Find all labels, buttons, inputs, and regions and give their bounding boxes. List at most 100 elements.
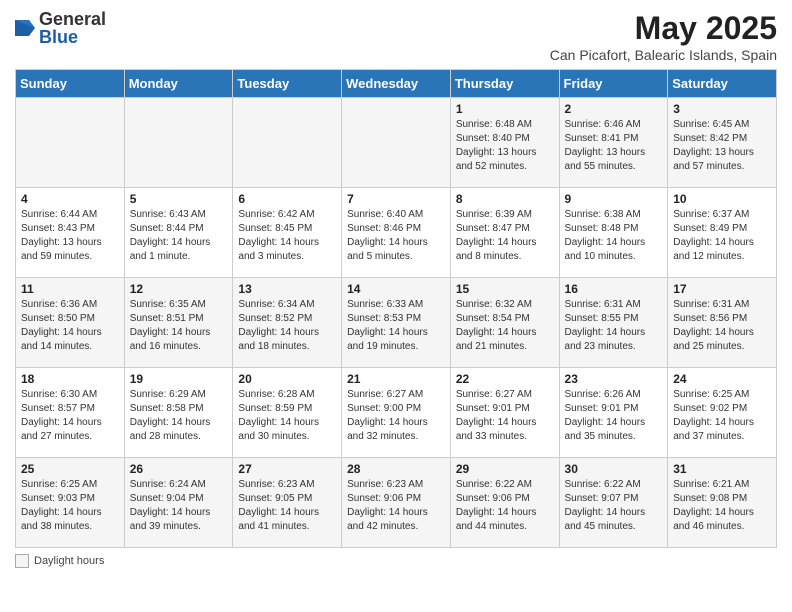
calendar-cell [342,98,451,188]
week-row-5: 25Sunrise: 6:25 AM Sunset: 9:03 PM Dayli… [16,458,777,548]
day-number: 15 [456,282,554,296]
header-day-tuesday: Tuesday [233,70,342,98]
calendar-cell: 20Sunrise: 6:28 AM Sunset: 8:59 PM Dayli… [233,368,342,458]
day-info: Sunrise: 6:42 AM Sunset: 8:45 PM Dayligh… [238,208,336,264]
day-number: 29 [456,462,554,476]
day-number: 26 [130,462,228,476]
week-row-1: 1Sunrise: 6:48 AM Sunset: 8:40 PM Daylig… [16,98,777,188]
day-number: 9 [565,192,663,206]
day-info: Sunrise: 6:31 AM Sunset: 8:55 PM Dayligh… [565,298,663,354]
calendar-cell: 21 Sunrise: 6:27 AM Sunset: 9:00 PM Dayli… [342,368,451,458]
calendar-cell: 4 Sunrise: 6:44 AM Sunset: 8:43 PM Daylig… [16,188,125,278]
day-number: 6 [238,192,336,206]
calendar-cell: 10Sunrise: 6:37 AM Sunset: 8:49 PM Dayli… [668,188,777,278]
calendar-cell: 13Sunrise: 6:34 AM Sunset: 8:52 PM Dayli… [233,278,342,368]
day-number: 22 [456,372,554,386]
calendar-body: 1Sunrise: 6:48 AM Sunset: 8:40 PM Daylig… [16,98,777,548]
calendar-cell: 3Sunrise: 6:45 AM Sunset: 8:42 PM Daylig… [668,98,777,188]
logo-text: General Blue [39,10,106,46]
header-day-monday: Monday [124,70,233,98]
calendar-cell: 19 Sunrise: 6:29 AM Sunset: 8:58 PM Dayli… [124,368,233,458]
calendar-table: SundayMondayTuesdayWednesdayThursdayFrid… [15,69,777,548]
day-number: 11 [21,282,119,296]
day-number: 19 [130,372,228,386]
legend-label: Daylight hours [34,555,104,567]
day-info: Sunrise: 6:39 AM Sunset: 8:47 PM Dayligh… [456,208,554,264]
day-number: 4 [21,192,119,206]
day-info: Sunrise: 6:21 AM Sunset: 9:08 PM Dayligh… [673,478,771,534]
day-number: 2 [565,102,663,116]
day-info: Sunrise: 6:38 AM Sunset: 8:48 PM Dayligh… [565,208,663,264]
header-day-saturday: Saturday [668,70,777,98]
day-number: 17 [673,282,771,296]
day-number: 30 [565,462,663,476]
day-number: 31 [673,462,771,476]
calendar-cell: 9 Sunrise: 6:38 AM Sunset: 8:48 PM Daylig… [559,188,668,278]
calendar-cell: 29 Sunrise: 6:22 AM Sunset: 9:06 PM Dayli… [450,458,559,548]
day-number: 28 [347,462,445,476]
day-info: Sunrise: 6:32 AM Sunset: 8:54 PM Dayligh… [456,298,554,354]
day-info: Sunrise: 6:27 AM Sunset: 9:00 PM Dayligh… [347,388,445,444]
day-info: Sunrise: 6:31 AM Sunset: 8:56 PM Dayligh… [673,298,771,354]
calendar-cell: 11 Sunrise: 6:36 AM Sunset: 8:50 PM Dayli… [16,278,125,368]
day-info: Sunrise: 6:33 AM Sunset: 8:53 PM Dayligh… [347,298,445,354]
day-info: Sunrise: 6:23 AM Sunset: 9:05 PM Dayligh… [238,478,336,534]
calendar-cell: 12 Sunrise: 6:35 AM Sunset: 8:51 PM Dayli… [124,278,233,368]
day-info: Sunrise: 6:27 AM Sunset: 9:01 PM Dayligh… [456,388,554,444]
logo-blue: Blue [39,28,106,46]
calendar-cell: 2 Sunrise: 6:46 AM Sunset: 8:41 PM Daylig… [559,98,668,188]
day-info: Sunrise: 6:37 AM Sunset: 8:49 PM Dayligh… [673,208,771,264]
day-number: 27 [238,462,336,476]
day-info: Sunrise: 6:45 AM Sunset: 8:42 PM Dayligh… [673,118,771,174]
day-info: Sunrise: 6:25 AM Sunset: 9:03 PM Dayligh… [21,478,119,534]
calendar-cell [16,98,125,188]
calendar-cell: 15 Sunrise: 6:32 AM Sunset: 8:54 PM Dayli… [450,278,559,368]
day-info: Sunrise: 6:35 AM Sunset: 8:51 PM Dayligh… [130,298,228,354]
day-info: Sunrise: 6:44 AM Sunset: 8:43 PM Dayligh… [21,208,119,264]
day-number: 24 [673,372,771,386]
calendar-cell: 16Sunrise: 6:31 AM Sunset: 8:55 PM Dayli… [559,278,668,368]
calendar-cell: 26 Sunrise: 6:24 AM Sunset: 9:04 PM Dayli… [124,458,233,548]
calendar-cell: 27 Sunrise: 6:23 AM Sunset: 9:05 PM Dayli… [233,458,342,548]
day-number: 18 [21,372,119,386]
title-block: May 2025 Can Picafort, Balearic Islands,… [550,10,777,63]
calendar-cell: 5Sunrise: 6:43 AM Sunset: 8:44 PM Daylig… [124,188,233,278]
day-info: Sunrise: 6:26 AM Sunset: 9:01 PM Dayligh… [565,388,663,444]
calendar-cell: 7Sunrise: 6:40 AM Sunset: 8:46 PM Daylig… [342,188,451,278]
day-info: Sunrise: 6:43 AM Sunset: 8:44 PM Dayligh… [130,208,228,264]
calendar-cell: 30 Sunrise: 6:22 AM Sunset: 9:07 PM Dayli… [559,458,668,548]
calendar-cell: 14 Sunrise: 6:33 AM Sunset: 8:53 PM Dayli… [342,278,451,368]
day-info: Sunrise: 6:23 AM Sunset: 9:06 PM Dayligh… [347,478,445,534]
legend-item-odd: Daylight hours [15,554,104,568]
day-info: Sunrise: 6:36 AM Sunset: 8:50 PM Dayligh… [21,298,119,354]
header-day-friday: Friday [559,70,668,98]
week-row-3: 11 Sunrise: 6:36 AM Sunset: 8:50 PM Dayli… [16,278,777,368]
day-number: 23 [565,372,663,386]
subtitle: Can Picafort, Balearic Islands, Spain [550,47,777,63]
day-info: Sunrise: 6:22 AM Sunset: 9:07 PM Dayligh… [565,478,663,534]
calendar-cell: 18Sunrise: 6:30 AM Sunset: 8:57 PM Dayli… [16,368,125,458]
calendar-cell: 31 Sunrise: 6:21 AM Sunset: 9:08 PM Dayli… [668,458,777,548]
day-info: Sunrise: 6:34 AM Sunset: 8:52 PM Dayligh… [238,298,336,354]
day-info: Sunrise: 6:29 AM Sunset: 8:58 PM Dayligh… [130,388,228,444]
header-day-wednesday: Wednesday [342,70,451,98]
calendar-cell: 6 Sunrise: 6:42 AM Sunset: 8:45 PM Daylig… [233,188,342,278]
day-info: Sunrise: 6:22 AM Sunset: 9:06 PM Dayligh… [456,478,554,534]
day-number: 21 [347,372,445,386]
day-number: 20 [238,372,336,386]
page-header: General Blue May 2025 Can Picafort, Bale… [15,10,777,63]
calendar-cell: 28 Sunrise: 6:23 AM Sunset: 9:06 PM Dayli… [342,458,451,548]
day-info: Sunrise: 6:48 AM Sunset: 8:40 PM Dayligh… [456,118,554,174]
day-number: 12 [130,282,228,296]
legend-box-odd [15,554,29,568]
day-info: Sunrise: 6:24 AM Sunset: 9:04 PM Dayligh… [130,478,228,534]
header-day-thursday: Thursday [450,70,559,98]
logo-general: General [39,10,106,28]
day-info: Sunrise: 6:46 AM Sunset: 8:41 PM Dayligh… [565,118,663,174]
calendar-cell [233,98,342,188]
day-number: 8 [456,192,554,206]
day-number: 7 [347,192,445,206]
main-title: May 2025 [550,10,777,47]
day-number: 14 [347,282,445,296]
calendar-cell: 22 Sunrise: 6:27 AM Sunset: 9:01 PM Dayli… [450,368,559,458]
